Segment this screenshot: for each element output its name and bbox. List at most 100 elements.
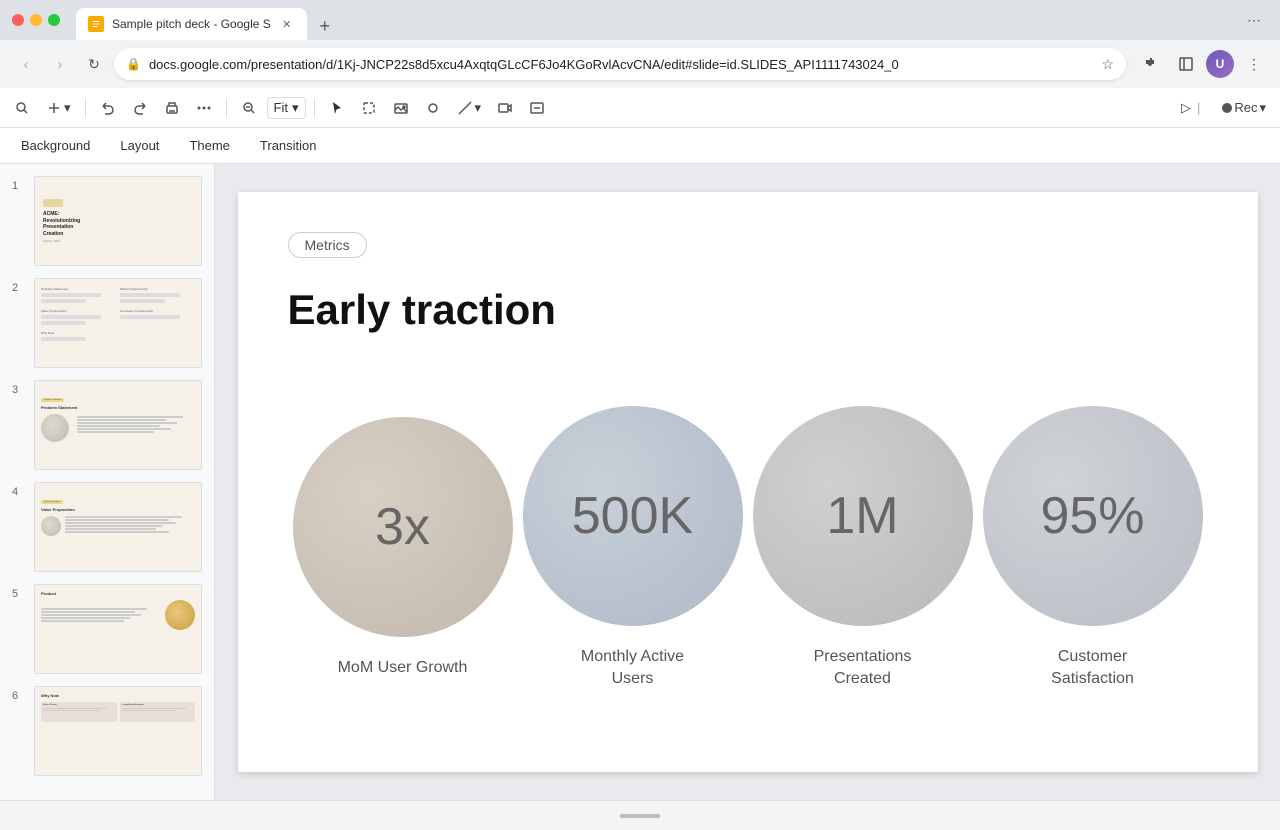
slide-number-4: 4	[12, 486, 26, 498]
metric-value-0: 3x	[375, 497, 430, 557]
fit-dropdown-icon: ▾	[292, 100, 299, 116]
theme-button[interactable]: Theme	[176, 133, 242, 158]
slide-preview-6: Why Now Market Timing Competitive Advant…	[34, 686, 202, 776]
slide-thumb-1[interactable]: 1 ACME:RevolutionizingPresentationCreati…	[8, 172, 206, 270]
metric-item-0: 3x MoM User Growth	[293, 417, 513, 679]
browser-toolbar-right: U ⋮	[1138, 50, 1268, 78]
toolbar-separator-3	[314, 98, 315, 118]
transition-button[interactable]: Transition	[247, 133, 330, 158]
minimize-button[interactable]	[30, 14, 42, 26]
rec-label: Rec	[1234, 100, 1257, 115]
metric-value-1: 500K	[572, 486, 693, 546]
lock-icon: 🔒	[126, 57, 141, 71]
tab-title: Sample pitch deck - Google S	[112, 17, 271, 31]
slide-thumb-4[interactable]: 4 Value Proposition Value Proposition	[8, 478, 206, 576]
slide-preview-3: Problem Statement Problem Statement	[34, 380, 202, 470]
title-bar: Sample pitch deck - Google S ✕ + ⋯	[0, 0, 1280, 40]
maximize-button[interactable]	[48, 14, 60, 26]
slide-preview-1: ACME:RevolutionizingPresentationCreation…	[34, 176, 202, 266]
sidebar-button[interactable]	[1172, 50, 1200, 78]
search-toolbar-button[interactable]	[8, 96, 36, 120]
slide-preview-5: Product	[34, 584, 202, 674]
metrics-row: 3x MoM User Growth 500K Monthly ActiveUs…	[288, 364, 1208, 732]
cursor-tool-button[interactable]	[323, 96, 351, 120]
s1-title: ACME:RevolutionizingPresentationCreation	[43, 211, 193, 237]
slide-thumb-3[interactable]: 3 Problem Statement Problem Statement	[8, 376, 206, 474]
metric-label-3: CustomerSatisfaction	[1051, 646, 1134, 691]
slide-preview-4: Value Proposition Value Proposition	[34, 482, 202, 572]
background-button[interactable]: Background	[8, 133, 103, 158]
metric-circle-0: 3x	[293, 417, 513, 637]
main-content: 1 ACME:RevolutionizingPresentationCreati…	[0, 164, 1280, 800]
metric-item-1: 500K Monthly ActiveUsers	[523, 406, 743, 691]
shapes-button[interactable]	[419, 96, 447, 120]
present-button[interactable]: ▷ |	[1171, 96, 1212, 120]
slide-number-3: 3	[12, 384, 26, 396]
refresh-button[interactable]: ↻	[80, 50, 108, 78]
slide-tag-text: Metrics	[305, 237, 350, 253]
video-insert-button[interactable]	[491, 96, 519, 120]
tabs-area: Sample pitch deck - Google S ✕ +	[76, 0, 1232, 40]
image-insert-button[interactable]	[387, 96, 415, 120]
slide-preview-2: Problem Statement Value Proposition Why …	[34, 278, 202, 368]
window-controls: ⋯	[1240, 6, 1268, 34]
undo-button[interactable]	[94, 96, 122, 120]
address-bar: ‹ › ↻ 🔒 docs.google.com/presentation/d/1…	[0, 40, 1280, 88]
window-expand-button[interactable]: ⋯	[1240, 6, 1268, 34]
metric-label-0: MoM User Growth	[338, 657, 468, 679]
slide-thumb-2[interactable]: 2 Problem Statement Value Proposition Wh…	[8, 274, 206, 372]
active-tab[interactable]: Sample pitch deck - Google S ✕	[76, 8, 307, 40]
word-art-button[interactable]	[523, 96, 551, 120]
redo-button[interactable]	[126, 96, 154, 120]
rec-button[interactable]: Rec ▾	[1216, 96, 1272, 120]
toolbar-separator-1	[85, 98, 86, 118]
slide-actions-toolbar: Background Layout Theme Transition	[0, 128, 1280, 164]
bottom-bar	[0, 800, 1280, 830]
fit-select[interactable]: Fit ▾	[267, 97, 306, 119]
metric-value-3: 95%	[1040, 486, 1144, 546]
slide-number-1: 1	[12, 180, 26, 192]
present-sep: |	[1197, 100, 1200, 115]
insert-button[interactable]: ▾	[40, 96, 77, 120]
slides-toolbar: ▾ Fit ▾ ▾ ▷ |	[0, 88, 1280, 128]
metric-label-2: PresentationsCreated	[814, 646, 912, 691]
present-arrow-icon: ▷	[1181, 100, 1191, 116]
metric-circle-2: 1M	[753, 406, 973, 626]
select-tool-button[interactable]	[355, 96, 383, 120]
extensions-button[interactable]	[1138, 50, 1166, 78]
s1-date: April 5, 2024	[43, 239, 193, 243]
metric-label-1: Monthly ActiveUsers	[581, 646, 684, 691]
traffic-lights	[12, 14, 60, 26]
address-input-wrap[interactable]: 🔒 docs.google.com/presentation/d/1Kj-JNC…	[114, 48, 1126, 80]
slide-thumb-6[interactable]: 6 Why Now Market Timing Competit	[8, 682, 206, 780]
forward-button[interactable]: ›	[46, 50, 74, 78]
slide-canvas: Metrics Early traction 3x MoM User Growt…	[215, 164, 1280, 800]
layout-button[interactable]: Layout	[107, 133, 172, 158]
slide-number-5: 5	[12, 588, 26, 600]
zoom-button[interactable]	[235, 96, 263, 120]
bookmark-icon[interactable]: ☆	[1101, 56, 1114, 73]
slide-tag: Metrics	[288, 232, 367, 258]
scroll-indicator	[620, 814, 660, 818]
tab-favicon	[88, 16, 104, 32]
chrome-menu-button[interactable]: ⋮	[1240, 50, 1268, 78]
print-button[interactable]	[158, 96, 186, 120]
s1-logo	[43, 199, 63, 207]
user-avatar[interactable]: U	[1206, 50, 1234, 78]
new-tab-button[interactable]: +	[311, 12, 339, 40]
slide-number-6: 6	[12, 690, 26, 702]
metric-circle-3: 95%	[983, 406, 1203, 626]
more-button[interactable]	[190, 96, 218, 120]
slide-main: Metrics Early traction 3x MoM User Growt…	[238, 192, 1258, 772]
slide-number-2: 2	[12, 282, 26, 294]
address-text: docs.google.com/presentation/d/1Kj-JNCP2…	[149, 57, 1093, 72]
metric-item-2: 1M PresentationsCreated	[753, 406, 973, 691]
line-tool-button[interactable]: ▾	[451, 96, 488, 120]
close-button[interactable]	[12, 14, 24, 26]
slide-thumb-5[interactable]: 5 Product	[8, 580, 206, 678]
tab-close-button[interactable]: ✕	[279, 16, 295, 32]
slide-headline: Early traction	[288, 286, 1208, 334]
rec-dropdown-icon: ▾	[1259, 100, 1266, 116]
back-button[interactable]: ‹	[12, 50, 40, 78]
metric-value-2: 1M	[826, 486, 898, 546]
